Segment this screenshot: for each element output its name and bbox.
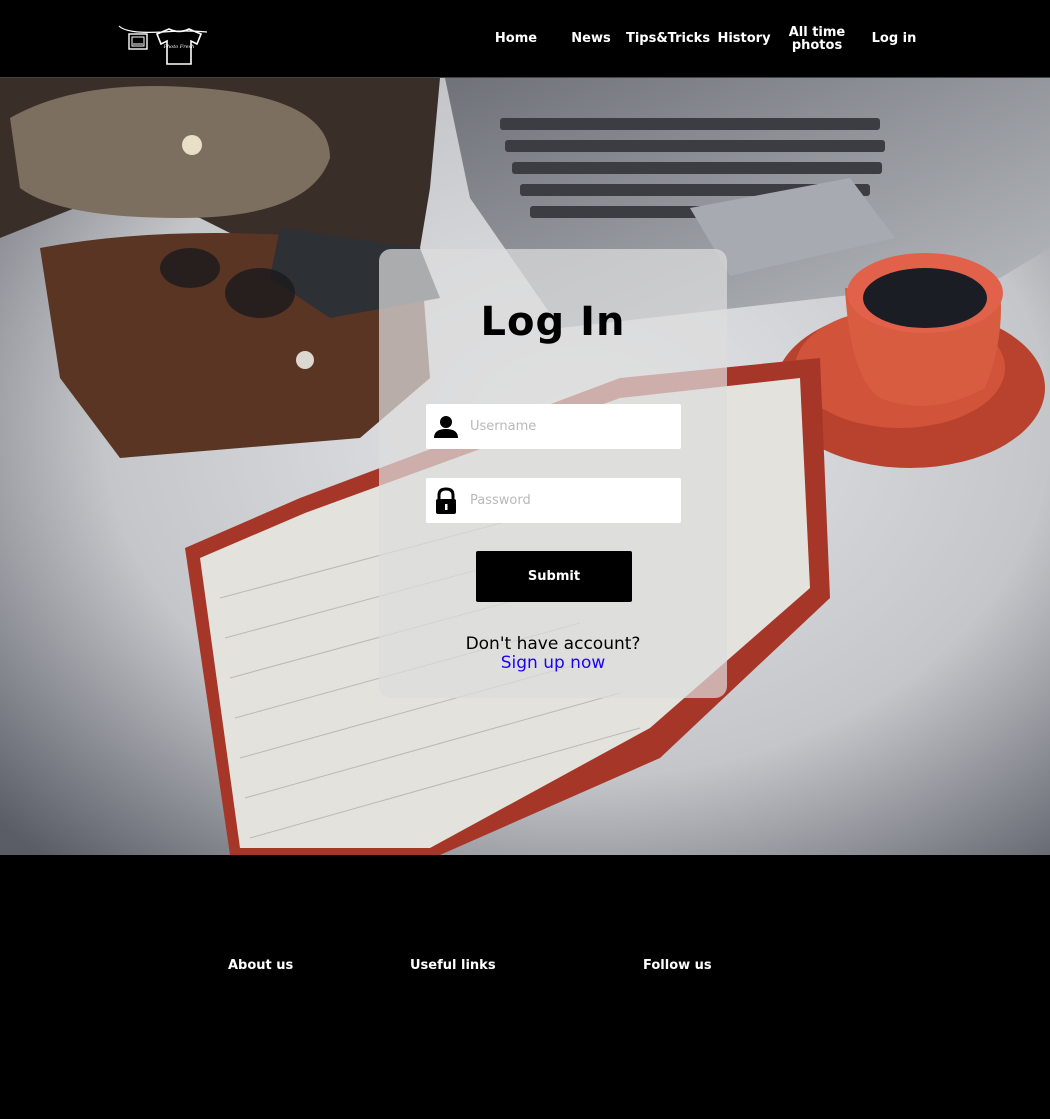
footer-links-heading: Useful links [410,958,496,973]
signup-link[interactable]: Sign up now [379,653,727,673]
nav-news[interactable]: News [566,0,616,77]
site-header: Photo Fresh Home News Tips&Tricks Histor… [0,0,1050,78]
nav-home[interactable]: Home [488,0,544,77]
submit-button[interactable]: Submit [476,551,632,602]
no-account-text: Don't have account? [465,634,641,654]
site-logo[interactable]: Photo Fresh [117,22,209,68]
lock-icon [426,478,466,523]
nav-history[interactable]: History [716,0,772,77]
logo-shirt-icon: Photo Fresh [118,25,208,65]
password-input[interactable] [466,479,681,522]
logo-text: Photo Fresh [163,44,195,50]
nav-all-time-photos[interactable]: All time photos [788,0,846,77]
site-footer: About us Useful links Follow us [0,855,1050,1119]
nav-log-in[interactable]: Log in [866,0,922,77]
user-icon [426,404,466,449]
username-input[interactable] [466,405,681,448]
password-field[interactable] [426,478,681,523]
login-card: Log In Submit Don't have account? Sign u… [379,249,727,698]
login-title: Log In [480,299,626,345]
footer-about-heading: About us [228,958,294,973]
username-field[interactable] [426,404,681,449]
footer-follow-heading: Follow us [643,958,712,973]
nav-tips-tricks[interactable]: Tips&Tricks [626,0,710,77]
